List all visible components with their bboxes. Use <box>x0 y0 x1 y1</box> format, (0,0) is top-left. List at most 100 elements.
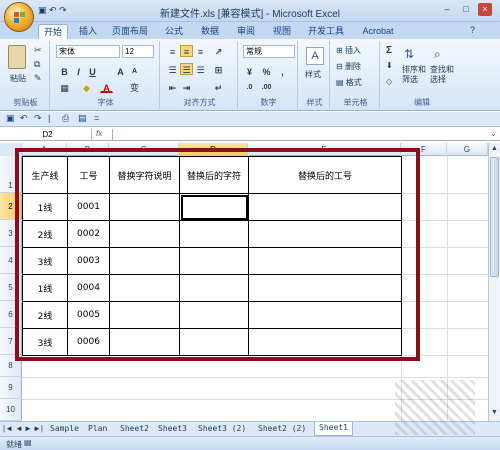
align-top-icon[interactable]: ≡ <box>166 45 179 57</box>
insert-cells-button[interactable]: ⊞ 插入 <box>336 45 361 56</box>
print-preview-icon[interactable]: ⎙ <box>62 113 69 124</box>
font-group: 宋体 12 B I U A A ▦ ◆ A 变 字体 <box>52 41 160 109</box>
tab-page-layout[interactable]: 页面布局 <box>108 24 152 39</box>
last-sheet-button[interactable]: ►| <box>33 424 43 433</box>
clear-icon[interactable]: ◇ <box>386 77 392 86</box>
close-button[interactable]: × <box>478 3 492 16</box>
first-sheet-button[interactable]: |◄ <box>3 424 13 433</box>
increase-decimal-icon[interactable]: .0 <box>243 81 256 93</box>
font-name-select[interactable]: 宋体 <box>56 45 120 58</box>
align-middle-icon[interactable]: ≡ <box>180 45 193 57</box>
tab-view[interactable]: 视图 <box>268 24 296 39</box>
scroll-thumb[interactable] <box>490 157 499 277</box>
tab-acrobat[interactable]: Acrobat <box>358 24 398 39</box>
tab-data[interactable]: 数据 <box>196 24 224 39</box>
undo-icon[interactable]: ↶ <box>20 113 28 124</box>
number-format-select[interactable]: 常规 <box>243 45 295 58</box>
comma-button[interactable]: , <box>276 65 289 77</box>
align-left-icon[interactable]: ☰ <box>166 63 179 75</box>
next-sheet-button[interactable]: ► <box>24 424 32 433</box>
find-select-button[interactable]: 查找和 选择 <box>430 65 454 85</box>
status-ready: 就绪 <box>6 440 22 449</box>
delete-cells-button[interactable]: ⊟ 删除 <box>336 61 361 72</box>
format-icon: ▤ <box>336 78 344 87</box>
font-label: 字体 <box>97 98 114 107</box>
tab-review[interactable]: 审阅 <box>232 24 260 39</box>
format-cells-button[interactable]: ▤ 格式 <box>336 77 362 88</box>
save-icon[interactable]: ▣ <box>6 113 15 124</box>
align-center-icon[interactable]: ☰ <box>180 63 193 75</box>
formula-input[interactable] <box>112 129 488 141</box>
bold-button[interactable]: B <box>58 65 71 77</box>
maximize-button[interactable]: □ <box>459 3 473 16</box>
font-color-button[interactable]: A <box>100 81 113 93</box>
cut-icon[interactable]: ✂ <box>34 45 42 56</box>
percent-button[interactable]: % <box>260 65 273 77</box>
title-bar: ▣ ↶ ↷ 新建文件.xls [兼容模式] - Microsoft Excel … <box>0 0 500 22</box>
underline-button[interactable]: U <box>86 65 99 77</box>
editing-label: 编辑 <box>414 98 430 107</box>
fill-color-icon[interactable]: ◆ <box>80 81 93 93</box>
sheet-tab-sheet3[interactable]: Sheet3 <box>158 424 187 433</box>
decrease-indent-icon[interactable]: ⇤ <box>166 81 179 93</box>
redo-icon[interactable]: ↷ <box>34 113 42 124</box>
shrink-font-button[interactable]: A <box>128 65 141 77</box>
tab-formulas[interactable]: 公式 <box>160 24 188 39</box>
row-header-9[interactable]: 9 <box>0 377 22 399</box>
sheet-tab-sheet2-2[interactable]: Sheet2 (2) <box>258 424 306 433</box>
paste-icon[interactable] <box>8 45 26 69</box>
align-right-icon[interactable]: ☰ <box>194 63 207 75</box>
scroll-up-icon[interactable]: ▲ <box>489 143 500 155</box>
vertical-scrollbar[interactable]: ▲ ▼ <box>488 143 500 421</box>
save-icon[interactable]: ▣ <box>38 5 47 15</box>
italic-button[interactable]: I <box>72 65 85 77</box>
customize-dropdown[interactable]: = <box>94 113 99 123</box>
paste-button[interactable]: 粘贴 <box>10 73 26 84</box>
wrap-text-icon[interactable]: ↵ <box>212 81 225 93</box>
borders-icon[interactable]: ▦ <box>58 81 71 93</box>
prev-sheet-button[interactable]: ◄ <box>15 424 23 433</box>
fill-icon[interactable]: ⬇ <box>386 61 393 70</box>
row-header-10[interactable]: 10 <box>0 399 22 421</box>
expand-formula-icon[interactable]: ⌄ <box>490 129 497 138</box>
styles-icon[interactable]: A <box>306 47 324 65</box>
copy-icon[interactable]: ⧉ <box>34 59 40 70</box>
decrease-decimal-icon[interactable]: .00 <box>260 81 273 93</box>
separator: | <box>48 113 51 123</box>
fx-icon[interactable]: fx <box>96 129 102 138</box>
align-bottom-icon[interactable]: ≡ <box>194 45 207 57</box>
tab-developer[interactable]: 开发工具 <box>304 24 348 39</box>
help-icon[interactable]: ? <box>470 25 475 35</box>
format-painter-icon[interactable]: ✎ <box>34 73 42 84</box>
scroll-down-icon[interactable]: ▼ <box>489 407 500 419</box>
undo-icon[interactable]: ↶ <box>49 5 57 15</box>
styles-button[interactable]: 样式 <box>305 69 321 80</box>
tab-insert[interactable]: 插入 <box>74 24 102 39</box>
number-label: 数字 <box>260 98 277 107</box>
sheet-tab-sheet1[interactable]: Sheet1 <box>314 422 353 436</box>
clipboard-group: 粘贴 ✂ ⧉ ✎ 剪贴板 <box>2 41 50 109</box>
increase-indent-icon[interactable]: ⇥ <box>180 81 193 93</box>
macro-record-icon[interactable]: ▤ <box>24 438 32 447</box>
name-box[interactable]: D2 <box>4 129 92 141</box>
sheet-tab-sheet2[interactable]: Sheet2 <box>120 424 149 433</box>
sort-filter-button[interactable]: 排序和 筛选 <box>402 65 426 85</box>
phonetic-button[interactable]: 变 <box>128 81 141 93</box>
redo-icon[interactable]: ↷ <box>59 5 67 15</box>
sort-filter-icon[interactable]: ⇅ <box>404 47 414 61</box>
currency-button[interactable]: ¥ <box>243 65 256 77</box>
orientation-icon[interactable]: ↗ <box>212 45 225 57</box>
print-icon[interactable]: ▤ <box>78 113 87 124</box>
column-header-g[interactable]: G <box>447 143 488 156</box>
sheet-tab-sheet3-2[interactable]: Sheet3 (2) <box>198 424 246 433</box>
sheet-tab-plan[interactable]: Plan <box>88 424 107 433</box>
grow-font-button[interactable]: A <box>114 65 127 77</box>
find-icon[interactable]: ⌕ <box>434 47 441 62</box>
autosum-button[interactable]: Σ <box>386 45 392 56</box>
tab-home[interactable]: 开始 <box>38 24 68 39</box>
minimize-button[interactable]: – <box>440 3 454 16</box>
sheet-tab-sample[interactable]: Sample <box>50 424 79 433</box>
merge-center-icon[interactable]: ⊞ <box>212 63 225 75</box>
office-button[interactable] <box>4 2 34 32</box>
font-size-select[interactable]: 12 <box>122 45 154 58</box>
